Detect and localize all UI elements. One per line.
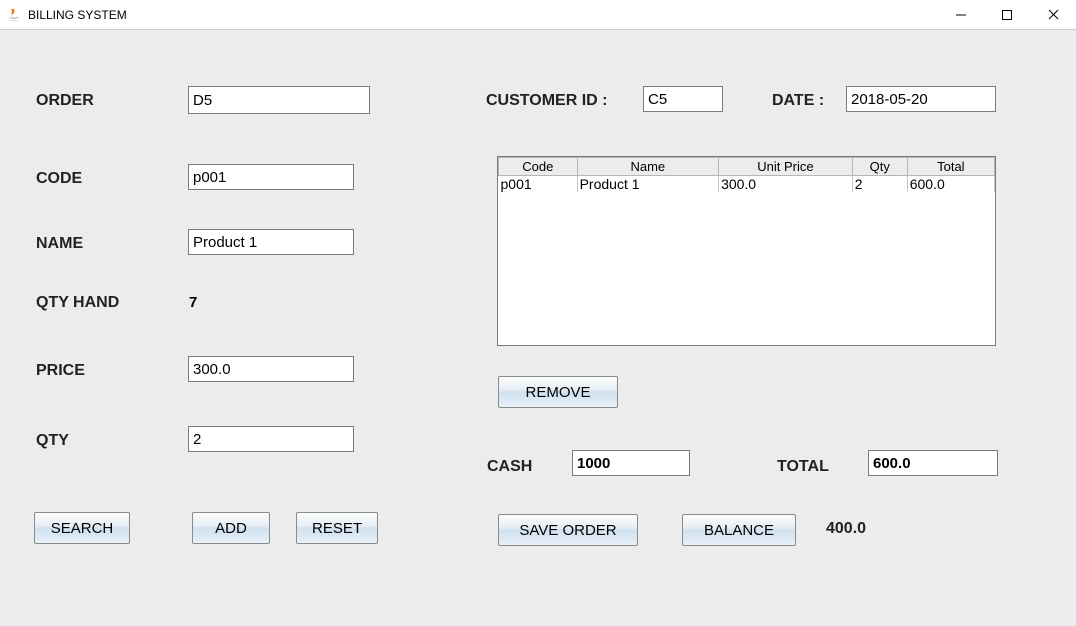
qtyhand-value: 7 [189,294,197,311]
price-input[interactable] [188,356,354,382]
minimize-button[interactable] [938,0,984,29]
close-button[interactable] [1030,0,1076,29]
cash-label: CASH [487,458,532,476]
name-input[interactable] [188,229,354,255]
cell-qty[interactable]: 2 [852,176,907,193]
cell-code[interactable]: p001 [499,176,578,193]
order-label: ORDER [36,92,94,110]
qty-input[interactable] [188,426,354,452]
th-unitprice[interactable]: Unit Price [719,158,853,176]
total-input[interactable] [868,450,998,476]
customer-id-input[interactable] [643,86,723,112]
table-header-row: Code Name Unit Price Qty Total [499,158,995,176]
customer-id-label: CUSTOMER ID : [486,92,607,110]
search-button[interactable]: SEARCH [34,512,130,544]
cell-name[interactable]: Product 1 [577,176,718,193]
window-controls [938,0,1076,29]
order-items-table-panel: Code Name Unit Price Qty Total p001 Prod… [497,156,996,346]
date-label: DATE : [772,92,824,110]
remove-button[interactable]: REMOVE [498,376,618,408]
balance-button[interactable]: BALANCE [682,514,796,546]
total-label: TOTAL [777,458,829,476]
th-qty[interactable]: Qty [852,158,907,176]
table-row[interactable]: p001 Product 1 300.0 2 600.0 [499,176,995,193]
cell-total[interactable]: 600.0 [907,176,994,193]
window-title: BILLING SYSTEM [28,8,127,22]
add-button[interactable]: ADD [192,512,270,544]
titlebar: BILLING SYSTEM [0,0,1076,30]
reset-button[interactable]: RESET [296,512,378,544]
qty-label: QTY [36,432,69,450]
balance-value: 400.0 [826,520,866,538]
maximize-button[interactable] [984,0,1030,29]
order-items-table[interactable]: Code Name Unit Price Qty Total p001 Prod… [498,157,995,192]
name-label: NAME [36,235,83,253]
save-order-button[interactable]: SAVE ORDER [498,514,638,546]
order-input[interactable] [188,86,370,114]
cash-input[interactable] [572,450,690,476]
java-icon [6,7,22,23]
code-input[interactable] [188,164,354,190]
cell-unitprice[interactable]: 300.0 [719,176,853,193]
th-name[interactable]: Name [577,158,718,176]
price-label: PRICE [36,362,85,380]
th-total[interactable]: Total [907,158,994,176]
date-input[interactable] [846,86,996,112]
th-code[interactable]: Code [499,158,578,176]
qtyhand-label: QTY HAND [36,294,119,312]
content-panel: ORDER CODE NAME QTY HAND 7 PRICE QTY SEA… [0,30,1076,626]
code-label: CODE [36,170,82,188]
